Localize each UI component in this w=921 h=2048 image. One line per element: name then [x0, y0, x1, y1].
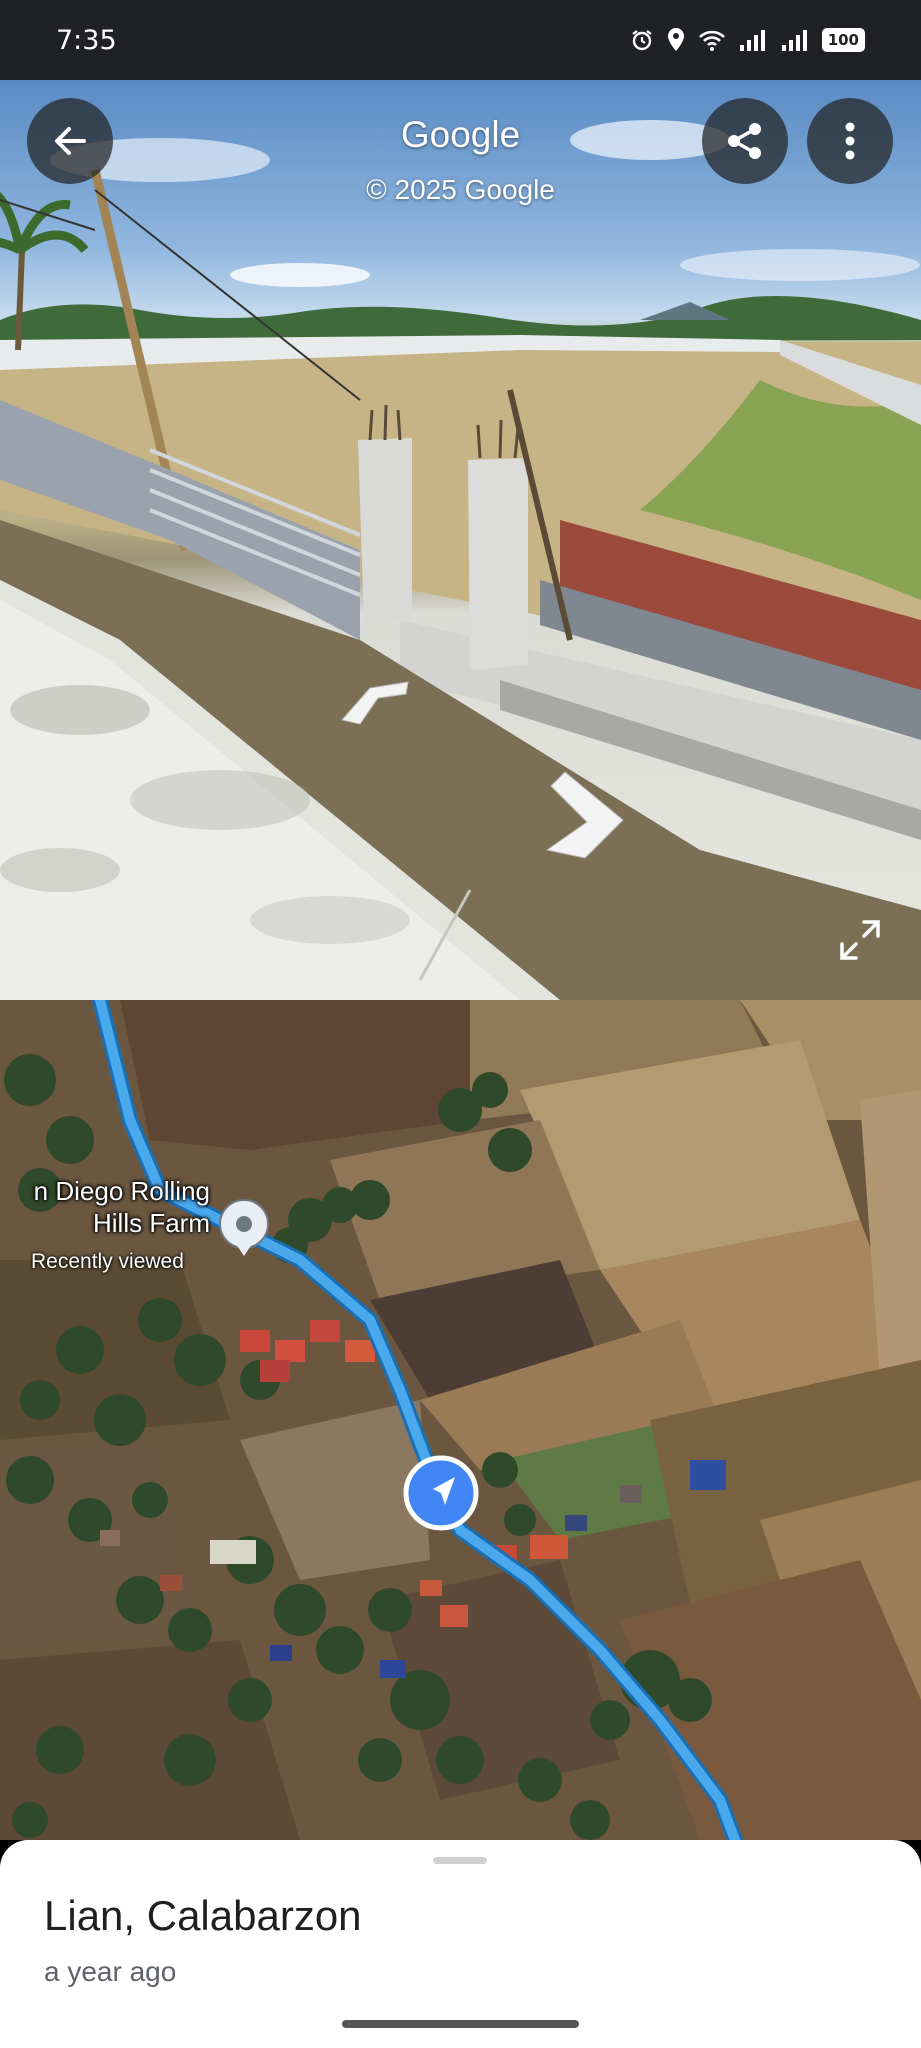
current-location-arrow-icon: [403, 1455, 479, 1531]
place-status: Recently viewed: [31, 1250, 184, 1273]
battery-icon: 100: [821, 28, 865, 52]
wifi-icon: [698, 30, 725, 51]
signal-icon: [739, 30, 765, 51]
signal-icon: [781, 30, 807, 51]
status-time: 7:35: [56, 24, 117, 56]
street-view-image: [0, 120, 921, 1000]
place-label[interactable]: n Diego Rolling Hills Farm: [0, 1175, 210, 1239]
share-icon: [728, 123, 761, 159]
navigate-chevron-left-icon[interactable]: [340, 680, 410, 730]
status-bar: 7:35 100: [0, 0, 921, 80]
street-view-copyright: © 2025 Google: [366, 174, 555, 205]
location-title: Lian, Calabarzon: [44, 1892, 362, 1939]
more-vert-icon: [845, 122, 855, 160]
capture-date: a year ago: [44, 1956, 177, 1987]
more-options-button[interactable]: [807, 98, 893, 184]
place-pin-icon[interactable]: [216, 1198, 272, 1258]
navigate-chevron-right-icon[interactable]: [545, 770, 625, 860]
share-button[interactable]: [702, 98, 788, 184]
street-view-panorama[interactable]: Google © 2025 Google: [0, 80, 921, 1000]
fullscreen-icon: [840, 920, 880, 960]
status-icons: 100: [630, 27, 865, 53]
satellite-imagery: [0, 1000, 921, 1840]
satellite-map[interactable]: n Diego Rolling Hills Farm Recently view…: [0, 1000, 921, 1840]
bottom-sheet[interactable]: Lian, Calabarzon a year ago: [0, 1840, 921, 2048]
fullscreen-button[interactable]: [830, 910, 890, 970]
alarm-icon: [632, 30, 652, 51]
gesture-navigation-bar[interactable]: [342, 2020, 579, 2028]
sheet-drag-handle[interactable]: [433, 1857, 487, 1864]
location-icon: [667, 28, 684, 51]
